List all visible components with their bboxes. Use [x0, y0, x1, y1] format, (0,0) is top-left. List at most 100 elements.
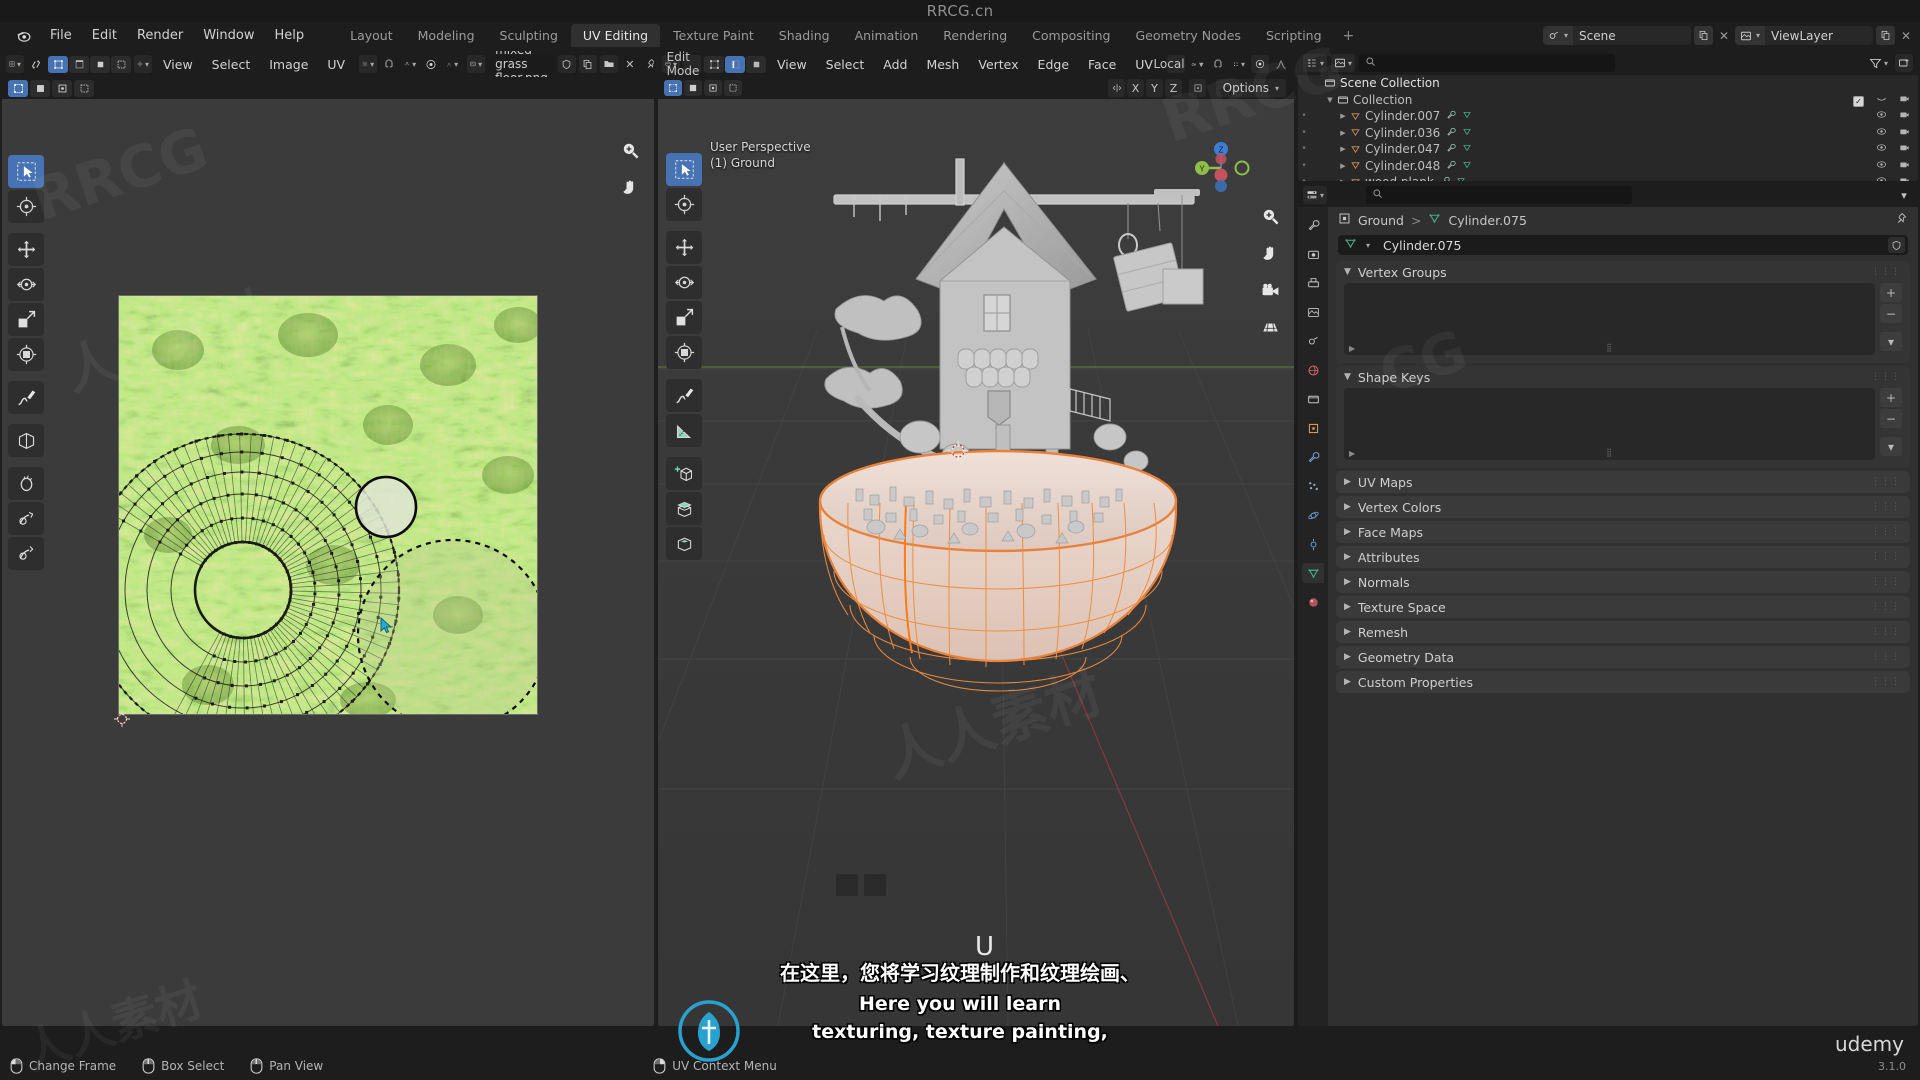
- list-expand-icon[interactable]: ▶: [1349, 449, 1355, 458]
- outliner-row[interactable]: • ▶ Cylinder.036: [1298, 125, 1918, 142]
- uv-menu-image[interactable]: Image: [261, 55, 316, 74]
- mesh-name-field[interactable]: ▾ Cylinder.075: [1338, 235, 1908, 255]
- uv-snap-magnet-icon[interactable]: [380, 55, 398, 73]
- cursor-tool-icon[interactable]: [666, 188, 702, 221]
- panel-header[interactable]: ▶ Vertex Colors ⋮⋮⋮: [1336, 496, 1910, 518]
- item-list[interactable]: ▶ ⣿: [1344, 388, 1875, 460]
- uv-face-select-icon[interactable]: [52, 79, 72, 97]
- zoom-icon[interactable]: [1261, 207, 1280, 230]
- restrict-dot[interactable]: •: [1298, 144, 1310, 154]
- vertex-select-icon[interactable]: [704, 55, 724, 73]
- panel-header[interactable]: ▶ Normals ⋮⋮⋮: [1336, 571, 1910, 593]
- rotate-tool-icon[interactable]: [8, 268, 44, 301]
- panel-header[interactable]: ▶ Geometry Data ⋮⋮⋮: [1336, 646, 1910, 668]
- snap-magnet-icon[interactable]: [1209, 55, 1227, 73]
- uv-menu-uv[interactable]: UV: [319, 55, 353, 74]
- menu-edit[interactable]: Edit: [82, 25, 127, 46]
- properties-tab-constraints-props[interactable]: [1302, 534, 1324, 554]
- face-select-icon[interactable]: [90, 55, 110, 73]
- workspace-tab-texture-paint[interactable]: Texture Paint: [661, 24, 766, 47]
- uv-sync-selection-icon[interactable]: [27, 55, 45, 73]
- modifier-icon[interactable]: [1440, 175, 1450, 181]
- relax-tool-icon[interactable]: [8, 502, 44, 535]
- new-scene-button[interactable]: [1693, 26, 1713, 45]
- expand-triangle-icon[interactable]: ▶: [1336, 112, 1350, 120]
- list-expand-icon[interactable]: ▶: [1349, 344, 1355, 353]
- image-browse-icon[interactable]: ▾: [467, 55, 486, 73]
- measure-tool-icon[interactable]: [666, 414, 702, 447]
- modifier-icon[interactable]: [1446, 126, 1456, 140]
- menu-help[interactable]: Help: [265, 25, 315, 46]
- menu-window[interactable]: Window: [193, 25, 264, 46]
- mesh-data-icon[interactable]: [1462, 109, 1472, 123]
- properties-tab-render[interactable]: [1302, 244, 1324, 264]
- edge-select-icon[interactable]: [725, 55, 745, 73]
- new-collection-icon[interactable]: [1895, 54, 1914, 72]
- workspace-tab-sculpting[interactable]: Sculpting: [488, 24, 570, 47]
- modifier-icon[interactable]: [1446, 159, 1456, 173]
- grab-tool-icon[interactable]: [8, 467, 44, 500]
- expand-triangle-icon[interactable]: ▶: [1336, 145, 1350, 153]
- outliner-row[interactable]: • ▶ Cylinder.007: [1298, 108, 1918, 125]
- pinch-tool-icon[interactable]: [8, 537, 44, 570]
- mesh-data-icon[interactable]: [1462, 126, 1472, 140]
- image-name-field[interactable]: mixed grass floor.png: [488, 51, 555, 85]
- expand-triangle-icon[interactable]: ▼: [1323, 96, 1337, 104]
- panel-header[interactable]: ▼ Vertex Groups ⋮⋮⋮: [1336, 261, 1910, 283]
- uv-canvas[interactable]: [2, 99, 654, 1026]
- hand-pan-icon[interactable]: [1261, 244, 1280, 267]
- outliner-row[interactable]: • ▶ Cylinder.047: [1298, 141, 1918, 158]
- remove-item-button[interactable]: −: [1880, 409, 1902, 428]
- hide-viewport-icon[interactable]: [1876, 159, 1887, 173]
- uv-pivot-selector[interactable]: ▾: [134, 55, 152, 73]
- transform-tool-icon[interactable]: [666, 336, 702, 369]
- disable-render-icon[interactable]: [1899, 126, 1910, 140]
- properties-editor-icon[interactable]: ▾: [1303, 186, 1328, 204]
- expand-triangle-icon[interactable]: ▶: [1336, 162, 1350, 170]
- add-item-button[interactable]: +: [1880, 283, 1902, 302]
- disable-render-icon[interactable]: [1899, 159, 1910, 173]
- zoom-icon[interactable]: [621, 141, 640, 164]
- properties-tab-scene-props[interactable]: [1302, 331, 1324, 351]
- panel-header[interactable]: ▶ Remesh ⋮⋮⋮: [1336, 621, 1910, 643]
- chevron-down-icon[interactable]: ▾: [1895, 186, 1913, 204]
- properties-search-input[interactable]: [1366, 186, 1632, 204]
- workspace-tab-geometry-nodes[interactable]: Geometry Nodes: [1124, 24, 1253, 47]
- falloff-curve-icon[interactable]: [1272, 55, 1290, 73]
- shield-icon[interactable]: [1888, 237, 1905, 253]
- pin-icon[interactable]: [1895, 212, 1908, 228]
- unlink-image-button[interactable]: ✕: [621, 55, 639, 73]
- list-grip-icon[interactable]: ⣿: [1606, 343, 1613, 352]
- outliner-row[interactable]: Scene Collection: [1298, 75, 1918, 92]
- mirror-x-button[interactable]: X: [1127, 79, 1144, 97]
- snap-settings-icon[interactable]: ▾: [1230, 55, 1248, 73]
- properties-tab-tool[interactable]: [1302, 215, 1324, 235]
- uv-pivot-point-icon[interactable]: ▾: [359, 55, 378, 73]
- scale-tool-icon[interactable]: [8, 303, 44, 336]
- properties-tab-viewlayer-props[interactable]: [1302, 302, 1324, 322]
- annotate-tool-icon[interactable]: [8, 381, 44, 414]
- fake-user-shield-icon[interactable]: [557, 55, 576, 73]
- tweak-select-tool-icon[interactable]: [8, 155, 44, 188]
- operator-box[interactable]: [836, 874, 858, 896]
- workspace-tab-rendering[interactable]: Rendering: [931, 24, 1019, 47]
- properties-tab-physics-props[interactable]: [1302, 505, 1324, 525]
- uv-island-mode-icon[interactable]: [724, 80, 742, 96]
- expand-triangle-icon[interactable]: ▶: [1336, 178, 1350, 181]
- viewport3d-canvas[interactable]: User Perspective (1) Ground Z Y U: [658, 99, 1294, 1026]
- hide-viewport-icon[interactable]: [1876, 93, 1887, 107]
- viewlayer-selector[interactable]: ▾ ViewLayer: [1734, 26, 1873, 45]
- workspace-tab-layout[interactable]: Layout: [338, 24, 405, 47]
- outliner-row[interactable]: • ▶ wood plank: [1298, 174, 1918, 181]
- disable-render-icon[interactable]: [1899, 93, 1910, 107]
- cursor-tool-icon[interactable]: [8, 190, 44, 223]
- island-select-icon[interactable]: [111, 55, 131, 73]
- pin-icon[interactable]: [642, 55, 654, 73]
- outliner-filter-id-icon[interactable]: ▾: [1331, 54, 1356, 72]
- mirror-y-button[interactable]: Y: [1146, 79, 1163, 97]
- uv-island-select-icon[interactable]: [74, 79, 94, 97]
- uv-vertex-mode-icon[interactable]: [664, 80, 682, 96]
- properties-tab-object-props[interactable]: [1302, 418, 1324, 438]
- item-list[interactable]: ▶ ⣿: [1344, 283, 1875, 355]
- v3d-menu-view[interactable]: View: [769, 55, 815, 74]
